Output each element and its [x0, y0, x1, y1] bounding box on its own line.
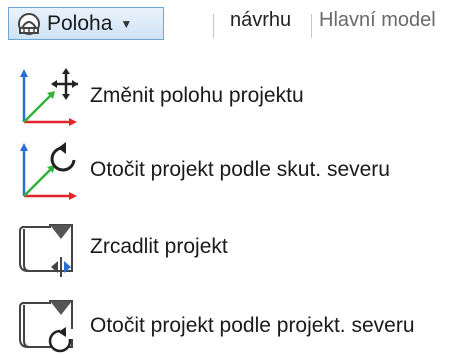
position-dropdown-button[interactable]: Poloha ▼	[8, 7, 164, 40]
toolbar-divider	[311, 14, 312, 38]
menu-item-rotate-true-north[interactable]: Otočit projekt podle skut. severu	[0, 140, 467, 200]
position-dropdown-label: Poloha	[47, 11, 113, 35]
menu-item-label: Zrcadlit projekt	[90, 235, 228, 258]
menu-item-label: Změnit polohu projektu	[90, 84, 304, 107]
ribbon-toolbar: Poloha ▼ návrhu Hlavní model	[0, 0, 467, 48]
position-dropdown-panel: Poloha ▼ návrhu Hlavní model Změnit polo…	[0, 0, 467, 358]
menu-item-label: Otočit projekt podle skut. severu	[90, 158, 390, 181]
tab-main-model[interactable]: Hlavní model	[319, 9, 436, 32]
rotate-project-north-icon	[14, 293, 78, 357]
rotate-true-north-icon	[14, 140, 78, 204]
compass-icon	[15, 10, 43, 38]
menu-item-label: Otočit projekt podle projekt. severu	[90, 314, 415, 337]
chevron-down-icon: ▼	[120, 16, 133, 31]
menu-item-rotate-project-north[interactable]: Otočit projekt podle projekt. severu	[0, 296, 467, 356]
mirror-project-icon	[14, 217, 78, 281]
tab-design[interactable]: návrhu	[230, 9, 291, 32]
menu-item-relocate-project[interactable]: Změnit polohu projektu	[0, 66, 467, 126]
menu-item-mirror-project[interactable]: Zrcadlit projekt	[0, 217, 467, 277]
relocate-project-icon	[14, 66, 78, 130]
toolbar-divider	[213, 14, 214, 38]
